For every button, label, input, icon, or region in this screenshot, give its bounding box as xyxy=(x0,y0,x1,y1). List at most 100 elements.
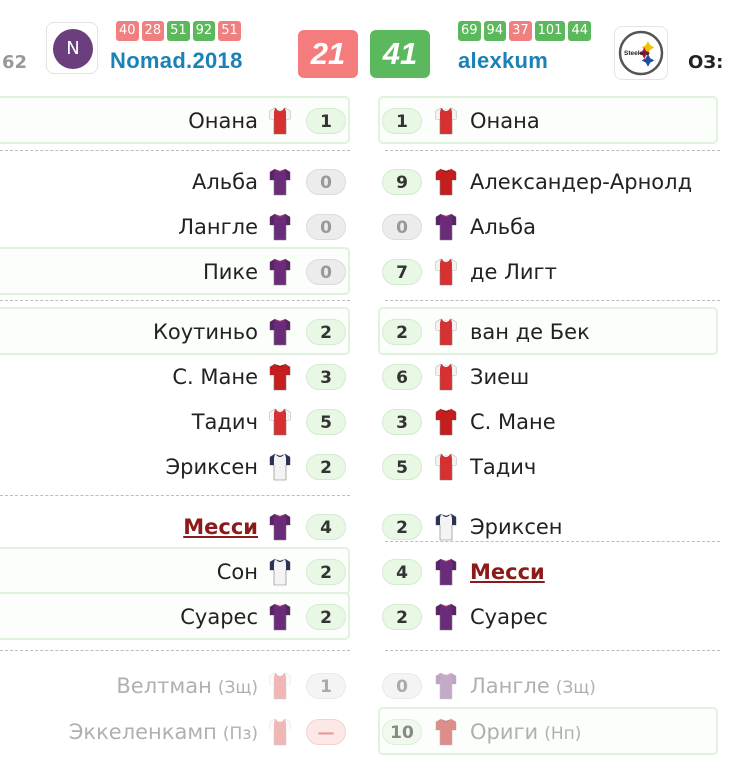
left-player-row[interactable]: Пике 0 xyxy=(0,252,360,292)
steelers-logo-icon: Steelers xyxy=(618,30,664,76)
player-points: 0 xyxy=(382,214,422,240)
right-player-row[interactable]: 4 Месси xyxy=(380,552,730,592)
player-points: 3 xyxy=(306,364,346,390)
player-points: 10 xyxy=(382,719,422,745)
jersey-icon xyxy=(435,258,457,286)
player-name[interactable]: Пике xyxy=(203,252,258,292)
player-name[interactable]: Велтман (Зщ) xyxy=(116,666,258,708)
player-name-text: Месси xyxy=(470,560,545,584)
right-round-score-chip: 94 xyxy=(483,21,507,41)
jersey-icon xyxy=(269,258,291,286)
player-name[interactable]: Александер-Арнолд xyxy=(470,162,692,202)
left-player-row[interactable]: Коутиньо 2 xyxy=(0,312,360,352)
jersey-icon xyxy=(269,603,291,631)
left-player-row[interactable]: Лангле 0 xyxy=(0,207,360,247)
player-name[interactable]: де Лигт xyxy=(470,252,557,292)
player-points: 2 xyxy=(306,319,346,345)
player-name[interactable]: С. Мане xyxy=(470,402,556,442)
player-points: 0 xyxy=(306,214,346,240)
player-name[interactable]: Ориги (Нп) xyxy=(470,712,581,754)
player-name[interactable]: Эккеленкамп (Пз) xyxy=(69,712,258,754)
player-points: 1 xyxy=(382,108,422,134)
jersey-icon xyxy=(435,107,457,135)
left-player-row[interactable]: Онана 1 xyxy=(0,101,360,141)
player-name[interactable]: Альба xyxy=(192,162,258,202)
left-player-row[interactable]: Тадич 5 xyxy=(0,402,360,442)
right-team-score: 41 xyxy=(370,30,430,78)
player-name-text: Лангле xyxy=(470,674,550,698)
section-divider xyxy=(385,541,720,542)
player-name[interactable]: Тадич xyxy=(192,402,258,442)
player-name[interactable]: ван де Бек xyxy=(470,312,590,352)
right-player-row[interactable]: 0 Лангле (Зщ) xyxy=(380,666,730,706)
right-player-row[interactable]: 3 С. Мане xyxy=(380,402,730,442)
left-edge-number: 62 xyxy=(2,52,28,73)
right-team-name[interactable]: alexkum xyxy=(458,48,548,74)
right-player-row[interactable]: 7 де Лигт xyxy=(380,252,730,292)
player-name[interactable]: С. Мане xyxy=(172,357,258,397)
player-points: 4 xyxy=(382,559,422,585)
left-player-row[interactable]: Суарес 2 xyxy=(0,597,360,637)
jersey-icon xyxy=(269,363,291,391)
player-name[interactable]: Эриксен xyxy=(165,447,258,487)
right-player-row[interactable]: 0 Альба xyxy=(380,207,730,247)
right-player-row[interactable]: 10 Ориги (Нп) xyxy=(380,712,730,752)
right-player-row[interactable]: 2 ван де Бек xyxy=(380,312,730,352)
left-team-avatar[interactable]: N xyxy=(46,22,98,74)
left-team-name[interactable]: Nomad.2018 xyxy=(110,48,243,74)
jersey-icon xyxy=(269,558,291,586)
left-player-row[interactable]: Месси 4 xyxy=(0,507,360,547)
player-name-text: С. Мане xyxy=(172,365,258,389)
left-player-row[interactable]: Эриксен 2 xyxy=(0,447,360,487)
player-name[interactable]: Месси xyxy=(183,507,258,547)
jersey-icon xyxy=(435,718,457,746)
jersey-icon xyxy=(269,718,291,746)
left-player-row[interactable]: С. Мане 3 xyxy=(0,357,360,397)
player-points: 2 xyxy=(382,319,422,345)
player-name[interactable]: Тадич xyxy=(470,447,536,487)
right-round-score-chip: 44 xyxy=(568,21,592,41)
section-divider xyxy=(385,650,720,651)
right-team-avatar[interactable]: Steelers xyxy=(614,26,668,80)
player-position: (Пз) xyxy=(222,724,258,744)
player-name[interactable]: Лангле (Зщ) xyxy=(470,666,596,708)
player-name[interactable]: Коутиньо xyxy=(153,312,258,352)
player-name[interactable]: Онана xyxy=(470,101,540,141)
left-player-row[interactable]: Сон 2 xyxy=(0,552,360,592)
jersey-icon xyxy=(435,363,457,391)
player-name-text: де Лигт xyxy=(470,260,557,284)
player-name-text: Альба xyxy=(470,215,536,239)
left-round-score-chip: 28 xyxy=(141,21,165,41)
right-player-row[interactable]: 6 Зиеш xyxy=(380,357,730,397)
section-divider xyxy=(0,650,350,651)
left-player-row[interactable]: Эккеленкамп (Пз) — xyxy=(0,712,360,752)
player-name[interactable]: Сон xyxy=(217,552,258,592)
player-points: 2 xyxy=(306,604,346,630)
player-name[interactable]: Онана xyxy=(188,101,258,141)
player-points: 5 xyxy=(382,454,422,480)
player-name[interactable]: Альба xyxy=(470,207,536,247)
player-points: 4 xyxy=(306,514,346,540)
player-name[interactable]: Лангле xyxy=(178,207,258,247)
right-player-row[interactable]: 1 Онана xyxy=(380,101,730,141)
player-name[interactable]: Месси xyxy=(470,552,545,592)
right-player-row[interactable]: 9 Александер-Арнолд xyxy=(380,162,730,202)
right-player-row[interactable]: 5 Тадич xyxy=(380,447,730,487)
right-round-scores: 69 94 37 101 44 xyxy=(458,21,592,41)
avatar-letter: N xyxy=(53,29,93,69)
player-name-text: Эриксен xyxy=(470,515,563,539)
jersey-icon xyxy=(269,672,291,700)
left-player-row[interactable]: Альба 0 xyxy=(0,162,360,202)
player-name[interactable]: Зиеш xyxy=(470,357,529,397)
player-name-text: ван де Бек xyxy=(470,320,590,344)
player-name-text: С. Мане xyxy=(470,410,556,434)
jersey-icon xyxy=(435,318,457,346)
player-name[interactable]: Суарес xyxy=(180,597,258,637)
left-player-row[interactable]: Велтман (Зщ) 1 xyxy=(0,666,360,706)
right-player-row[interactable]: 2 Суарес xyxy=(380,597,730,637)
player-name[interactable]: Суарес xyxy=(470,597,548,637)
section-divider xyxy=(0,300,350,301)
player-name-text: Лангле xyxy=(178,215,258,239)
player-points: 0 xyxy=(306,169,346,195)
player-name-text: Ориги xyxy=(470,720,539,744)
